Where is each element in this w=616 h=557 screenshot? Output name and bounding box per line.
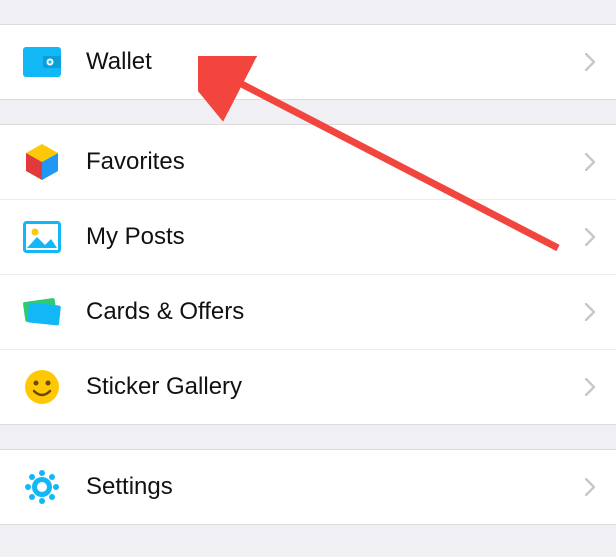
menu-row-favorites[interactable]: Favorites xyxy=(0,125,616,200)
sticker-icon xyxy=(20,365,64,409)
menu-row-label: Sticker Gallery xyxy=(86,373,582,401)
chevron-right-icon xyxy=(582,475,598,499)
chevron-right-icon xyxy=(582,300,598,324)
wallet-icon xyxy=(20,40,64,84)
menu-group-3: Settings xyxy=(0,449,616,525)
menu-row-label: Settings xyxy=(86,473,582,501)
chevron-right-icon xyxy=(582,50,598,74)
menu-row-wallet[interactable]: Wallet xyxy=(0,25,616,99)
menu-row-cards[interactable]: Cards & Offers xyxy=(0,275,616,350)
menu-row-settings[interactable]: Settings xyxy=(0,450,616,524)
menu-row-label: Cards & Offers xyxy=(86,298,582,326)
menu-group-1: Wallet xyxy=(0,24,616,100)
myposts-icon xyxy=(20,215,64,259)
chevron-right-icon xyxy=(582,150,598,174)
cards-icon xyxy=(20,290,64,334)
menu-group-2: Favorites My Posts Cards & Offers xyxy=(0,124,616,425)
menu-row-label: Favorites xyxy=(86,148,582,176)
menu-row-label: Wallet xyxy=(86,48,582,76)
settings-icon xyxy=(20,465,64,509)
chevron-right-icon xyxy=(582,225,598,249)
favorites-icon xyxy=(20,140,64,184)
menu-row-stickers[interactable]: Sticker Gallery xyxy=(0,350,616,424)
menu-row-myposts[interactable]: My Posts xyxy=(0,200,616,275)
menu-row-label: My Posts xyxy=(86,223,582,251)
chevron-right-icon xyxy=(582,375,598,399)
